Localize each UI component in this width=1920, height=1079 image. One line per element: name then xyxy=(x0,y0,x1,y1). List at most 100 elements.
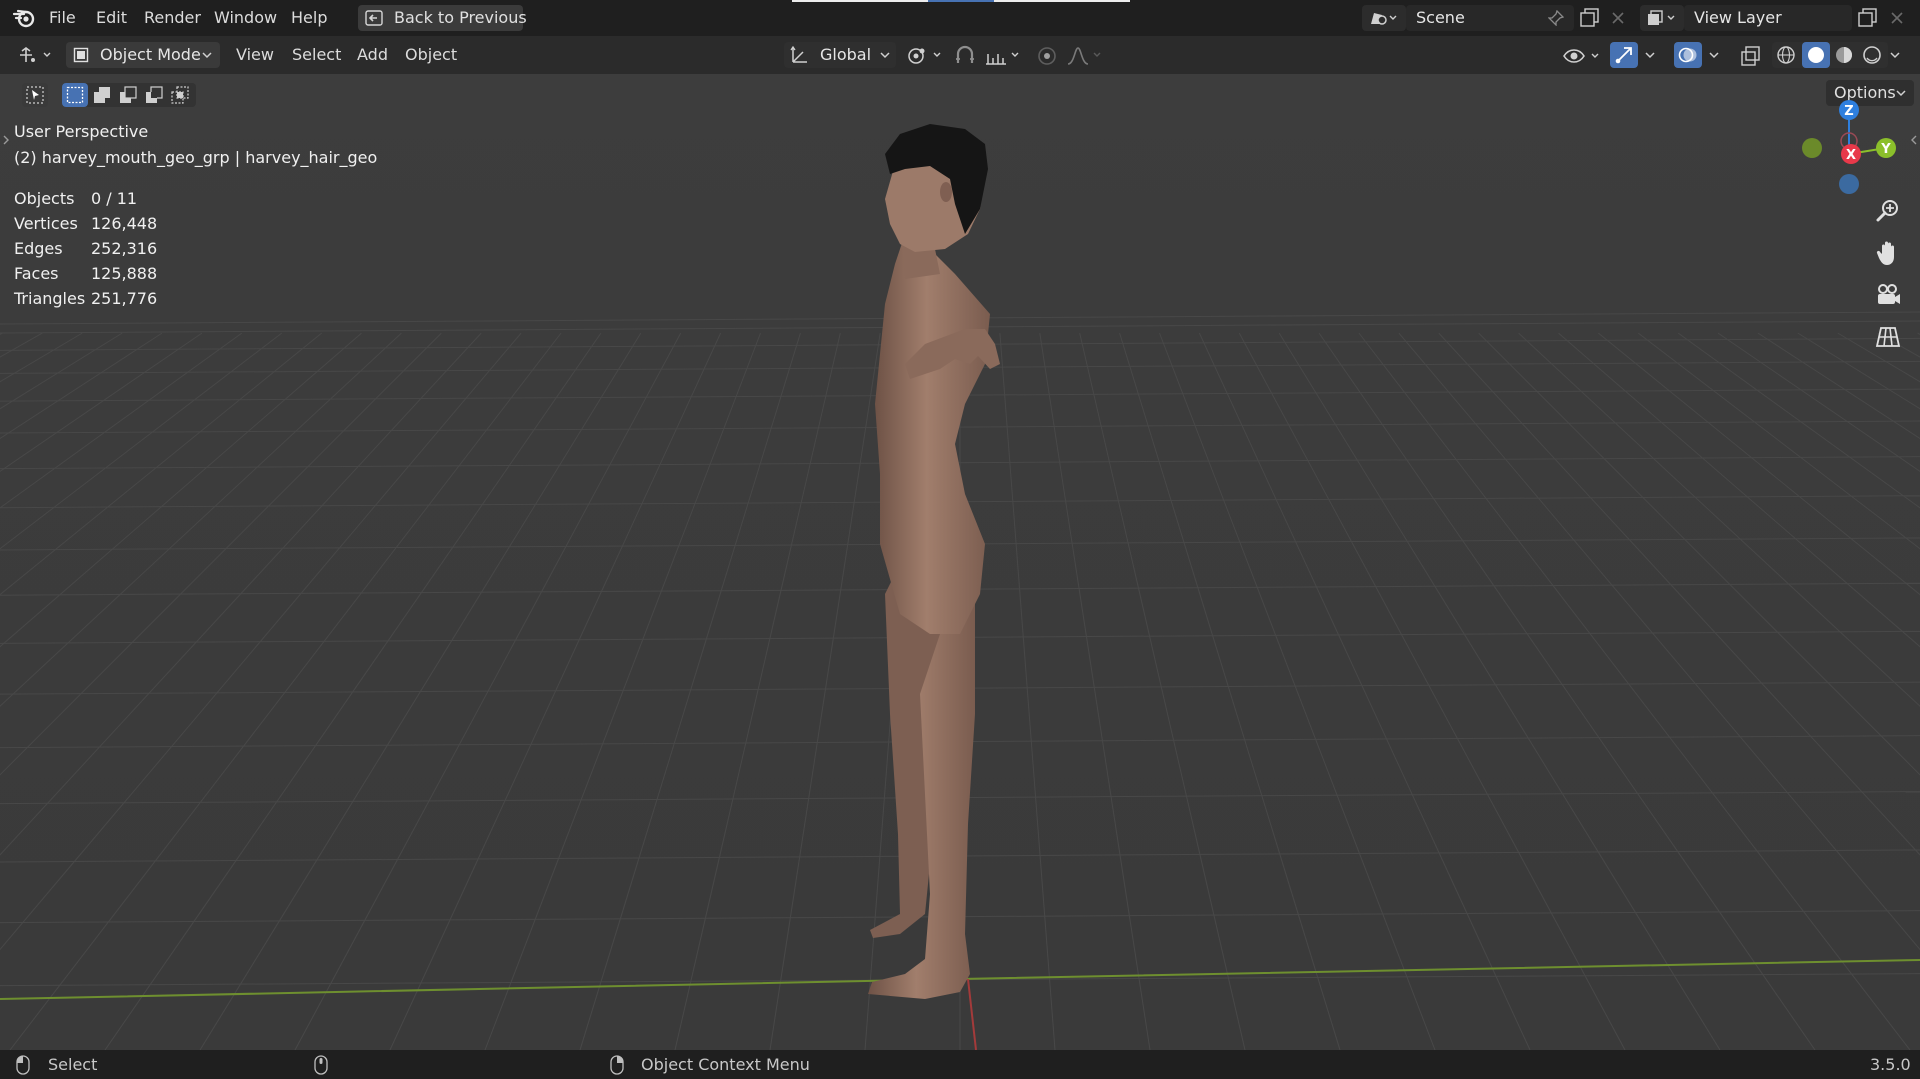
chevron-down-icon[interactable] xyxy=(1644,51,1656,59)
overlay-toggle-button[interactable] xyxy=(1674,42,1702,68)
material-shading-icon[interactable] xyxy=(1834,45,1854,65)
select-new-button[interactable] xyxy=(62,83,88,107)
viewport-scene xyxy=(0,74,1920,1050)
scene-statistics: Objects 0 / 11 Vertices 126,448 Edges 252,316… xyxy=(14,186,157,311)
menu-window[interactable]: Window xyxy=(214,0,277,36)
blender-logo-icon[interactable] xyxy=(12,8,36,28)
select-mode-group xyxy=(62,83,196,107)
workspace-tab-active xyxy=(928,0,994,2)
stat-row: Objects 0 / 11 xyxy=(14,186,157,211)
hand-icon[interactable] xyxy=(1873,238,1903,268)
solid-shading-button[interactable] xyxy=(1802,42,1830,68)
navigation-gizmo[interactable]: Z X Y xyxy=(1782,96,1912,206)
stat-label: Triangles xyxy=(14,289,86,308)
menu-view[interactable]: View xyxy=(236,45,274,64)
status-bar: Select Object Context Menu 3.5.0 xyxy=(0,1050,1920,1079)
select-box-icon xyxy=(66,86,84,104)
left-panel-toggle-icon[interactable] xyxy=(2,134,10,146)
gizmo-z-label: Z xyxy=(1844,104,1853,119)
stat-value: 125,888 xyxy=(91,264,158,283)
visibility-icon[interactable] xyxy=(1562,45,1604,67)
select-tool-icon xyxy=(26,86,44,104)
falloff-icon[interactable] xyxy=(1066,46,1106,66)
gizmo-y-label: Y xyxy=(1880,142,1891,157)
mouse-right-icon xyxy=(610,1055,624,1075)
menu-object[interactable]: Object xyxy=(405,45,457,64)
version-label: 3.5.0 xyxy=(1870,1055,1911,1074)
select-extend-icon[interactable] xyxy=(93,86,111,104)
view-layer-name: View Layer xyxy=(1694,8,1782,27)
select-intersect-icon[interactable] xyxy=(171,86,189,104)
back-arrow-icon xyxy=(365,10,383,26)
grid-icon[interactable] xyxy=(1873,322,1903,352)
mouse-left-icon xyxy=(16,1055,30,1075)
stat-row: Vertices 126,448 xyxy=(14,211,157,236)
mouse-middle-icon xyxy=(314,1055,328,1075)
editor-type-icon xyxy=(20,47,51,62)
chevron-down-icon xyxy=(202,52,212,59)
back-to-previous-label: Back to Previous xyxy=(394,8,527,27)
zoom-icon[interactable] xyxy=(1873,196,1903,226)
viewport-perspective-label: User Perspective xyxy=(14,122,149,141)
gizmo-icon xyxy=(1615,47,1632,64)
proportional-edit-icon[interactable] xyxy=(1036,45,1058,67)
select-tool-button[interactable] xyxy=(22,83,48,107)
back-to-previous-button[interactable]: Back to Previous xyxy=(358,5,527,31)
menu-add[interactable]: Add xyxy=(357,45,388,64)
pin-icon[interactable] xyxy=(1548,10,1564,26)
close-icon[interactable] xyxy=(1890,11,1904,25)
3d-viewport[interactable]: User Perspective (2) harvey_mouth_geo_gr… xyxy=(0,74,1920,1050)
editor-type-button[interactable] xyxy=(14,42,58,68)
chevron-down-icon xyxy=(880,52,890,59)
duplicate-icon[interactable] xyxy=(1580,8,1600,28)
view-layer-name-field[interactable]: View Layer xyxy=(1684,5,1852,31)
xray-icon[interactable] xyxy=(1740,45,1762,67)
gizmo-x-label: X xyxy=(1846,148,1856,163)
select-subtract-icon[interactable] xyxy=(119,86,137,104)
transform-orientation-dropdown[interactable]: Global xyxy=(784,42,896,68)
pivot-icon[interactable] xyxy=(906,46,946,66)
mode-selector[interactable]: Object Mode xyxy=(66,42,220,68)
scene-name-field[interactable]: Scene xyxy=(1406,5,1574,31)
chevron-down-icon[interactable] xyxy=(1708,51,1720,59)
stat-value: 0 / 11 xyxy=(91,189,138,208)
transform-orientation-label: Global xyxy=(820,45,872,64)
workspace-tab-indicator xyxy=(792,0,928,2)
stat-row: Triangles 251,776 xyxy=(14,286,157,311)
status-context-menu-label: Object Context Menu xyxy=(641,1055,810,1074)
view-layer-type-button[interactable] xyxy=(1640,5,1684,31)
scene-name: Scene xyxy=(1416,8,1465,27)
viewport-header: Object Mode View Select Add Object Globa… xyxy=(0,36,1920,74)
select-difference-icon[interactable] xyxy=(145,86,163,104)
shading-group xyxy=(1772,42,1888,68)
snap-icon[interactable] xyxy=(954,45,976,67)
menu-file[interactable]: File xyxy=(49,0,76,36)
workspace-tab-indicator-2 xyxy=(994,0,1130,2)
menu-render[interactable]: Render xyxy=(144,0,201,36)
stat-value: 126,448 xyxy=(91,214,158,233)
stat-value: 251,776 xyxy=(91,289,158,308)
wireframe-shading-icon[interactable] xyxy=(1776,45,1796,65)
menu-select[interactable]: Select xyxy=(292,45,341,64)
close-icon[interactable] xyxy=(1611,11,1625,25)
menu-edit[interactable]: Edit xyxy=(96,0,127,36)
menu-help[interactable]: Help xyxy=(291,0,327,36)
view-layer-icon xyxy=(1648,10,1675,25)
snap-increment-icon[interactable] xyxy=(984,46,1024,66)
camera-icon[interactable] xyxy=(1873,280,1903,310)
chevron-down-icon[interactable] xyxy=(1889,51,1901,59)
status-select-label: Select xyxy=(48,1055,98,1074)
top-bar: File Edit Render Window Help Back to Pre… xyxy=(0,0,1920,36)
stat-label: Edges xyxy=(14,239,63,258)
solid-shading-icon xyxy=(1808,47,1824,63)
active-object-label: (2) harvey_mouth_geo_grp | harvey_hair_g… xyxy=(14,148,378,167)
scene-type-button[interactable] xyxy=(1362,5,1406,31)
stat-row: Faces 125,888 xyxy=(14,261,157,286)
rendered-shading-icon[interactable] xyxy=(1862,45,1882,65)
gizmo-toggle-button[interactable] xyxy=(1610,42,1638,68)
object-mode-icon xyxy=(73,47,89,63)
duplicate-icon[interactable] xyxy=(1858,8,1878,28)
stat-label: Objects xyxy=(14,189,75,208)
mode-label: Object Mode xyxy=(100,45,201,64)
overlay-icon xyxy=(1678,47,1697,63)
